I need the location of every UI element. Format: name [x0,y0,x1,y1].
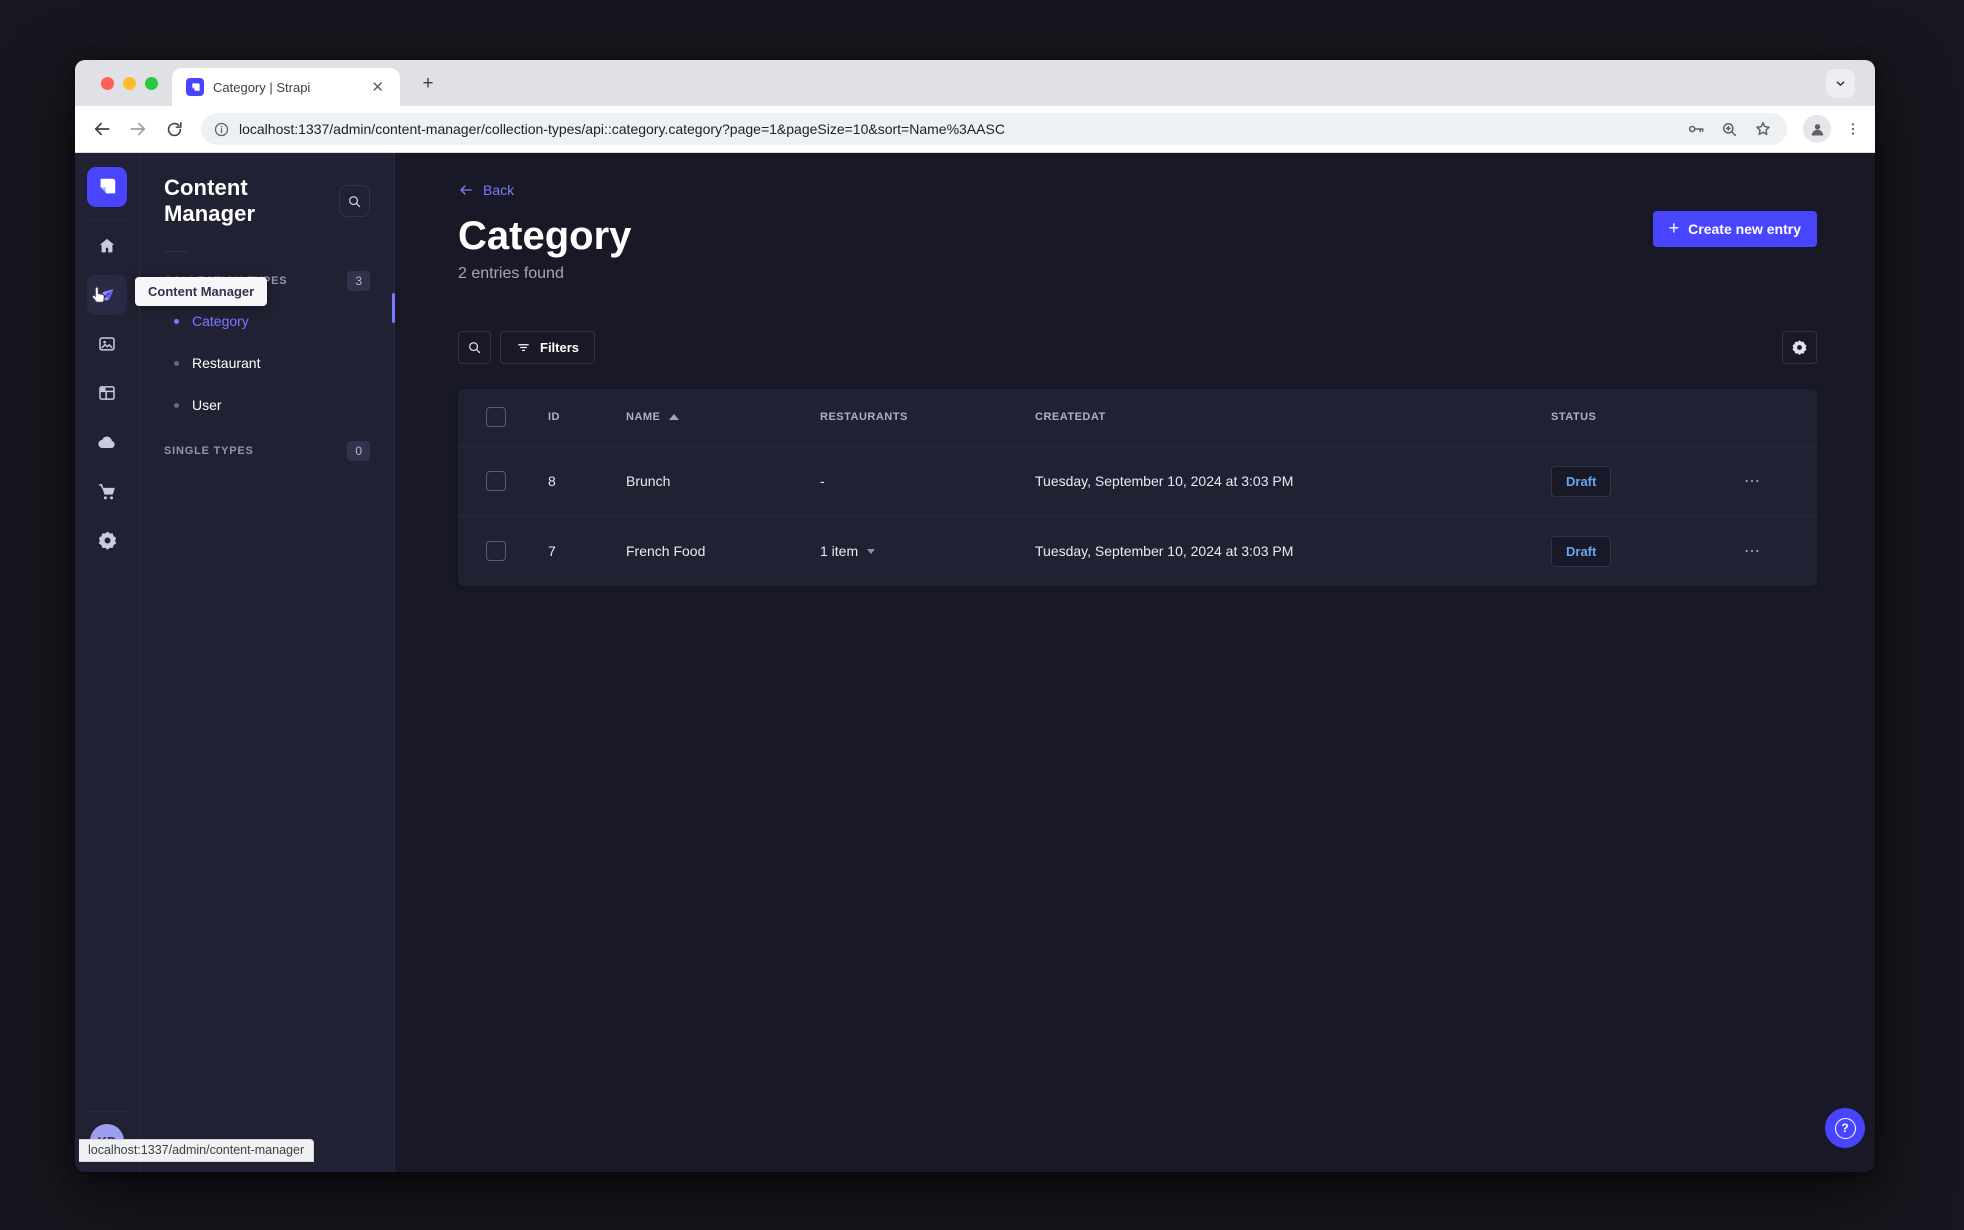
column-header-name[interactable]: NAME [626,411,820,423]
select-all-checkbox[interactable] [486,407,506,427]
collection-type-label: Restaurant [192,355,261,371]
maximize-window-button[interactable] [145,77,158,90]
tab-title: Category | Strapi [213,79,311,95]
collection-type-label: User [192,397,222,413]
zoom-icon[interactable] [1720,120,1739,139]
back-arrow-icon [460,184,472,195]
forward-nav-icon[interactable] [123,114,153,144]
gear-icon [97,530,118,551]
new-tab-button[interactable]: + [415,71,441,97]
browser-tab-strip: Category | Strapi ✕ + [75,60,1875,106]
rail-divider [86,219,128,220]
sidebar-item-deploy[interactable] [87,422,127,462]
single-types-label: SINGLE TYPES [164,445,254,457]
sidebar-item-content-type-builder[interactable] [87,373,127,413]
home-icon [97,236,117,256]
collection-types-count-badge: 3 [347,271,370,291]
reload-icon[interactable] [159,114,189,144]
panel-title: Content Manager [164,175,256,226]
cell-restaurants-dropdown[interactable]: 1 item [820,543,1035,559]
table-settings-button[interactable] [1782,330,1817,364]
gear-icon [1792,340,1807,355]
column-header-id[interactable]: ID [548,411,626,423]
sidebar-item-home[interactable] [87,226,127,266]
entries-count: 2 entries found [458,264,564,282]
address-bar[interactable]: localhost:1337/admin/content-manager/col… [201,113,1787,145]
strapi-logo[interactable] [87,167,127,207]
plus-icon: + [1668,218,1680,238]
minimize-window-button[interactable] [123,77,136,90]
bullet-icon [174,318,179,324]
back-link[interactable]: Back [458,181,514,198]
column-header-createdat[interactable]: CREATEDAT [1035,411,1551,423]
help-button[interactable]: ? [1825,1108,1865,1148]
cell-id: 8 [548,473,556,489]
row-actions-menu-icon[interactable] [1743,542,1761,560]
filter-lines-icon [518,343,529,351]
strapi-favicon [186,78,204,96]
panel-search-button[interactable] [339,185,370,217]
url-text[interactable]: localhost:1337/admin/content-manager/col… [239,121,1672,137]
browser-tab[interactable]: Category | Strapi ✕ [172,68,400,106]
browser-toolbar: localhost:1337/admin/content-manager/col… [75,106,1875,153]
sidebar-item-settings[interactable] [87,520,127,560]
sort-ascending-icon [669,414,680,420]
table-row[interactable]: 7 French Food 1 item Tuesday, September … [458,515,1817,586]
filter-toolbar: Filters [458,330,1817,364]
cell-name: French Food [626,543,706,559]
sidebar-item-user[interactable]: User [164,384,370,426]
media-library-icon [97,334,117,354]
tab-close-icon[interactable]: ✕ [367,78,388,97]
browser-profile-avatar[interactable] [1803,115,1831,143]
row-checkbox[interactable] [486,541,506,561]
create-new-entry-button[interactable]: + Create new entry [1652,211,1817,247]
back-nav-icon[interactable] [87,114,117,144]
hand-cursor-icon [88,284,111,307]
status-badge: Draft [1551,535,1612,567]
close-window-button[interactable] [101,77,114,90]
bullet-icon [174,402,179,408]
browser-window: Category | Strapi ✕ + localhost:1337/adm… [75,60,1875,1172]
page-info-icon[interactable] [213,121,230,138]
sidebar-item-media-library[interactable] [87,324,127,364]
cloud-icon [96,431,118,453]
status-badge: Draft [1551,465,1612,497]
question-mark-icon: ? [1834,1117,1856,1139]
filters-button[interactable]: Filters [500,330,596,364]
entries-table: ID NAME RESTAURANTS CREATEDAT STATUS 8 B… [458,388,1817,586]
sidebar-item-restaurant[interactable]: Restaurant [164,342,370,384]
row-checkbox[interactable] [486,471,506,491]
browser-menu-kebab-icon[interactable] [1845,121,1861,137]
table-header-row: ID NAME RESTAURANTS CREATEDAT STATUS [458,389,1817,446]
strapi-app: KD Content Manager COLLECTION TYPES 3 Ca… [75,153,1875,1172]
table-search-button[interactable] [458,330,491,364]
single-types-count-badge: 0 [347,441,370,461]
row-actions-menu-icon[interactable] [1743,472,1761,490]
page-title: Category [458,213,632,258]
cell-restaurants: - [820,473,825,489]
window-controls [101,77,158,90]
main-content: Back Category 2 entries found + Create n… [395,153,1875,1172]
rail-divider-bottom [86,1111,128,1112]
link-status-bubble: localhost:1337/admin/content-manager [79,1139,315,1162]
table-row[interactable]: 8 Brunch - Tuesday, September 10, 2024 a… [458,445,1817,516]
column-header-status[interactable]: STATUS [1551,411,1721,423]
chevron-down-icon [867,548,876,554]
cell-name: Brunch [626,473,671,489]
cell-createdat: Tuesday, September 10, 2024 at 3:03 PM [1035,473,1294,489]
column-header-restaurants[interactable]: RESTAURANTS [820,411,1035,423]
cell-id: 7 [548,543,556,559]
panel-divider [164,251,188,252]
shopping-cart-icon [97,481,118,502]
layout-builder-icon [97,383,117,403]
sidebar-item-category[interactable]: Category [164,300,370,342]
content-manager-tooltip: Content Manager [135,277,268,306]
bookmark-star-icon[interactable] [1753,119,1773,139]
sidebar-item-marketplace[interactable] [87,471,127,511]
collection-type-label: Category [192,313,249,329]
bullet-icon [174,360,179,366]
password-key-icon[interactable] [1686,119,1706,139]
tab-search-chevron-icon[interactable] [1826,69,1855,98]
cell-createdat: Tuesday, September 10, 2024 at 3:03 PM [1035,543,1294,559]
